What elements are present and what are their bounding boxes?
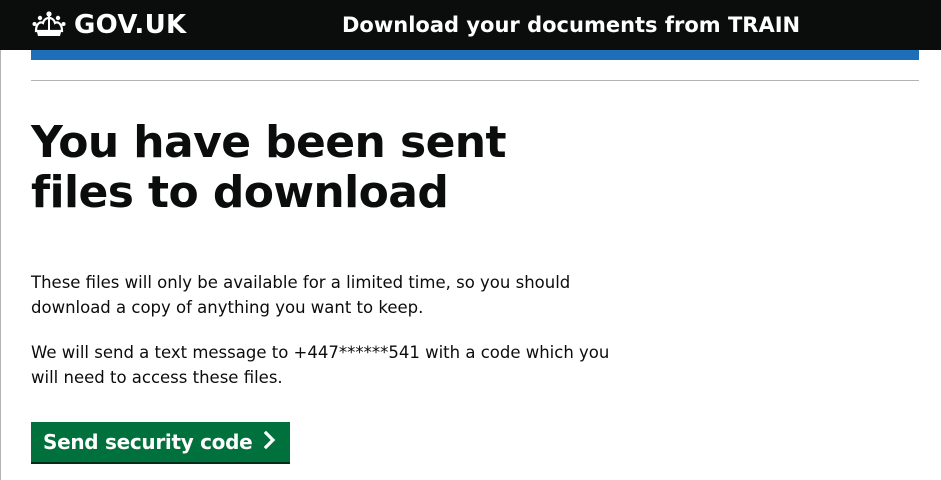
service-name-link[interactable]: Download your documents from TRAIN: [342, 10, 800, 40]
main-content: You have been sent files to download The…: [31, 118, 631, 390]
header-container: GOV.UK Download your documents from TRAI…: [31, 0, 919, 50]
govuk-logo-link[interactable]: GOV.UK: [31, 10, 186, 40]
button-label: Send security code: [43, 430, 253, 454]
page-edge-rule: [0, 0, 1, 480]
availability-notice: These files will only be available for a…: [31, 273, 571, 317]
header-accent-bar: [31, 50, 919, 60]
phase-banner-divider: [31, 80, 919, 81]
chevron-right-icon: [264, 430, 276, 454]
logo-text: GOV.UK: [74, 10, 187, 40]
send-security-code-button[interactable]: Send security code: [31, 422, 291, 462]
crown-icon: [31, 10, 67, 40]
page-title: You have been sent files to download: [31, 117, 507, 218]
security-code-notice: We will send a text message to +447*****…: [31, 343, 610, 387]
site-header: GOV.UK Download your documents from TRAI…: [0, 0, 941, 50]
